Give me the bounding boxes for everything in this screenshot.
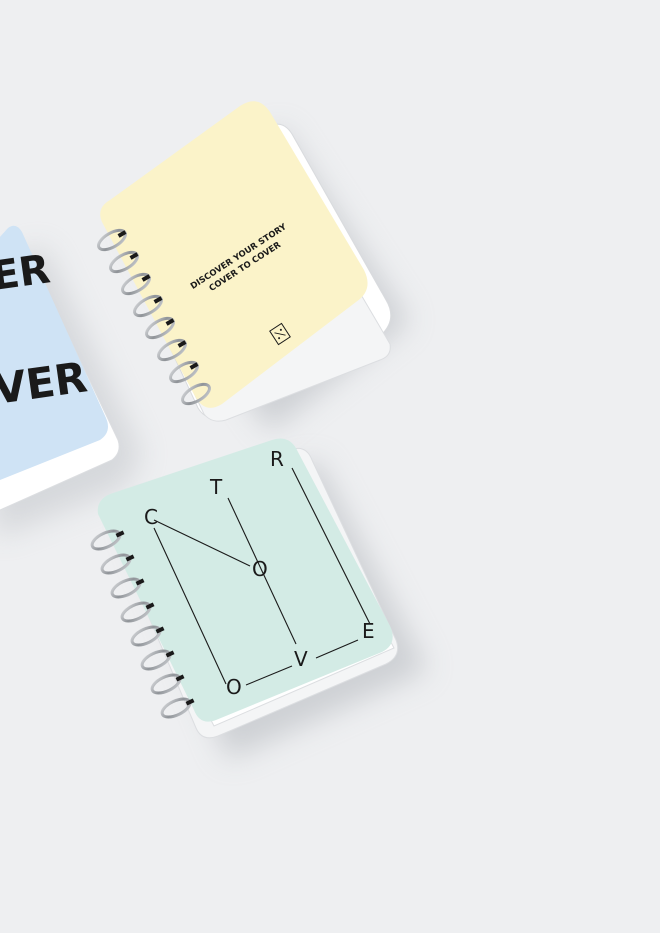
cover-letter-r: R xyxy=(270,447,284,471)
mint-notebook: C T R O V E O xyxy=(90,438,428,760)
product-photo-scene: ER VER DISCOVER YOUR STORY COVER TO COVE… xyxy=(0,0,660,933)
notebooks-illustration: ER VER DISCOVER YOUR STORY COVER TO COVE… xyxy=(0,101,428,760)
cover-letter-t: T xyxy=(209,475,223,499)
cover-letter-e: E xyxy=(362,619,375,643)
blue-cover-line-1: ER xyxy=(0,246,53,300)
yellow-notebook: DISCOVER YOUR STORY COVER TO COVER xyxy=(97,101,410,432)
cover-letter-o-middle: O xyxy=(252,557,268,581)
cover-letter-c: C xyxy=(144,505,158,529)
cover-letter-o-bottom: O xyxy=(226,675,242,699)
cover-letter-v: V xyxy=(294,647,308,671)
